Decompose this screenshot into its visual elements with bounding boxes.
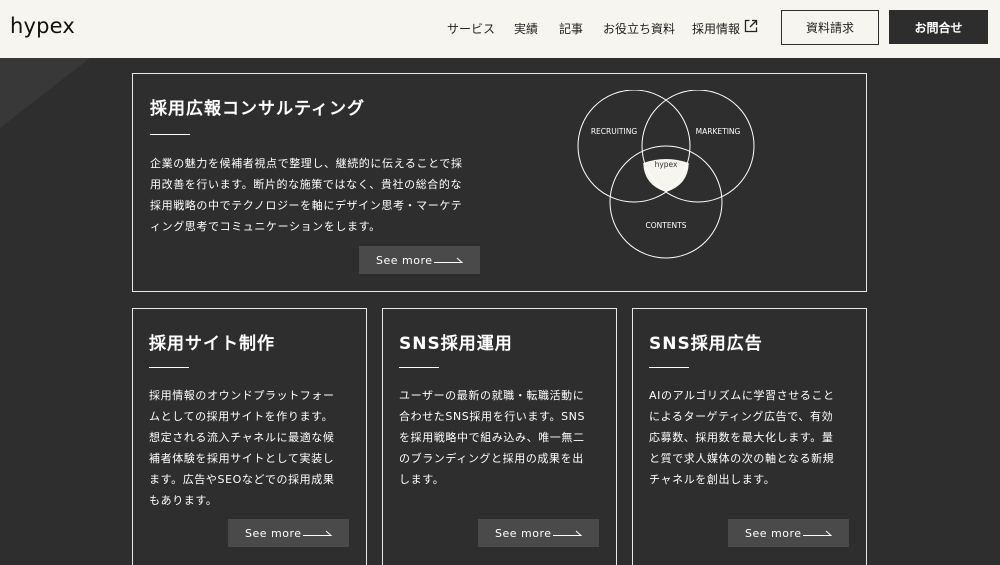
sns-operation-card: SNS採用運用 ユーザーの最新の就職・転職活動に 合わせたSNS採用を行います。… bbox=[382, 308, 617, 565]
consulting-title: 採用広報コンサルティング bbox=[150, 99, 365, 119]
request-docs-button[interactable]: 資料請求 bbox=[781, 10, 879, 45]
external-link-icon bbox=[744, 19, 758, 33]
venn-label-recruiting: RECRUITING bbox=[591, 127, 638, 136]
arrow-right-icon bbox=[803, 530, 833, 536]
arrow-right-icon bbox=[553, 530, 583, 536]
site-header: hypex サービス 実績 記事 お役立ち資料 採用情報 資料請求 お問合せ bbox=[0, 0, 1000, 58]
recruit-site-card: 採用サイト制作 採用情報のオウンドプラットフォー ムとしての採用サイトを作ります… bbox=[132, 308, 367, 565]
venn-label-center: hypex bbox=[655, 160, 678, 169]
nav-works[interactable]: 実績 bbox=[514, 20, 538, 37]
sns-operation-see-more-button[interactable]: See more bbox=[478, 519, 599, 547]
see-more-label: See more bbox=[376, 253, 433, 267]
see-more-label: See more bbox=[245, 526, 302, 540]
sns-ads-title: SNS採用広告 bbox=[649, 334, 763, 354]
title-divider bbox=[149, 367, 189, 368]
venn-diagram: RECRUITING MARKETING CONTENTS hypex bbox=[577, 90, 755, 259]
arrow-right-icon bbox=[434, 257, 464, 263]
arrow-right-icon bbox=[303, 530, 333, 536]
nav-articles[interactable]: 記事 bbox=[559, 20, 583, 37]
title-divider bbox=[649, 367, 689, 368]
recruit-site-description: 採用情報のオウンドプラットフォー ムとしての採用サイトを作ります。 想定される流… bbox=[149, 389, 335, 507]
nav-services[interactable]: サービス bbox=[447, 20, 495, 37]
title-divider bbox=[150, 134, 190, 135]
site-logo[interactable]: hypex bbox=[10, 14, 75, 38]
background-decoration bbox=[0, 58, 90, 128]
sns-ads-card: SNS採用広告 AIのアルゴリズムに学習させること によるターゲティング広告で、… bbox=[632, 308, 867, 565]
see-more-label: See more bbox=[495, 526, 552, 540]
title-divider bbox=[399, 367, 439, 368]
sns-ads-description: AIのアルゴリズムに学習させること によるターゲティング広告で、有効 応募数、採… bbox=[649, 389, 835, 486]
consulting-see-more-button[interactable]: See more bbox=[359, 246, 480, 274]
venn-label-marketing: MARKETING bbox=[696, 127, 741, 136]
consulting-description: 企業の魅力を候補者視点で整理し、継続的に伝えることで採 用改善を行います。断片的… bbox=[150, 157, 463, 233]
sns-operation-description: ユーザーの最新の就職・転職活動に 合わせたSNS採用を行います。SNS を採用戦… bbox=[399, 389, 586, 486]
sns-operation-title: SNS採用運用 bbox=[399, 334, 513, 354]
nav-resources[interactable]: お役立ち資料 bbox=[603, 20, 675, 37]
nav-recruit[interactable]: 採用情報 bbox=[692, 20, 740, 37]
consulting-card: 採用広報コンサルティング 企業の魅力を候補者視点で整理し、継続的に伝えることで採… bbox=[132, 73, 867, 292]
recruit-site-see-more-button[interactable]: See more bbox=[228, 519, 349, 547]
recruit-site-title: 採用サイト制作 bbox=[149, 334, 275, 354]
venn-label-contents: CONTENTS bbox=[645, 221, 686, 230]
sns-ads-see-more-button[interactable]: See more bbox=[728, 519, 849, 547]
see-more-label: See more bbox=[745, 526, 802, 540]
contact-button[interactable]: お問合せ bbox=[889, 10, 988, 44]
